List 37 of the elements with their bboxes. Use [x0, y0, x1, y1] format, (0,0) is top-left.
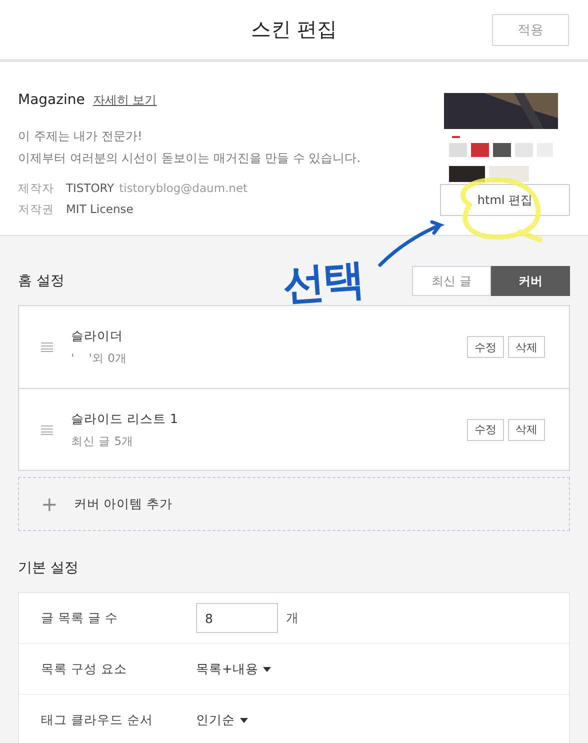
unit-label: 개	[286, 610, 299, 626]
edit-button[interactable]: 수정	[467, 336, 504, 358]
section-title: 기본 설정	[18, 559, 80, 577]
description-text: 이 주제는 내가 전문가!	[18, 128, 144, 145]
setting-label: 글 목록 글 수	[41, 610, 119, 626]
select-dropdown[interactable]: 인기순	[196, 712, 248, 728]
delete-button[interactable]: 삭제	[508, 418, 545, 440]
html-edit-button[interactable]: html 편집	[440, 184, 570, 216]
select-dropdown[interactable]: 목록+내용	[196, 660, 272, 678]
meta-label: 저작권	[18, 202, 55, 217]
details-link[interactable]: 자세히 보기	[92, 92, 157, 109]
drag-handle-icon[interactable]	[41, 424, 53, 434]
meta-label: 제작자	[18, 181, 55, 196]
setting-label: 태그 클라우드 순서	[41, 712, 154, 728]
edit-button[interactable]: 수정	[467, 418, 504, 440]
author-email: tistoryblog@daum.net	[119, 181, 248, 195]
number-field[interactable]: 8	[196, 603, 278, 633]
item-subtitle: 최신 글 5개	[71, 434, 135, 448]
caret-icon	[263, 666, 272, 672]
annotation-arrow	[378, 220, 442, 267]
item-title: 슬라이드 리스트 1	[71, 410, 179, 428]
description-text: 이제부터 여러분의 시선이 돋보이는 매거진을 만들 수 있습니다.	[18, 150, 361, 167]
view-tab[interactable]: 커버	[491, 266, 570, 296]
skin-name: Magazine	[18, 92, 85, 108]
view-tab[interactable]: 최신 글	[412, 266, 491, 296]
add-item-label[interactable]: 커버 아이템 추가	[74, 496, 173, 512]
page-title: 스킨 편집	[250, 16, 338, 43]
delete-button[interactable]: 삭제	[508, 336, 545, 358]
meta-value: TISTORY	[66, 181, 114, 195]
setting-label: 목록 구성 요소	[41, 660, 128, 678]
annotation-text: 선택	[281, 253, 365, 311]
caret-icon	[240, 718, 248, 722]
meta-value: MIT License	[66, 202, 134, 216]
section-title: 홈 설정	[18, 272, 64, 290]
item-title: 슬라이더	[71, 328, 124, 345]
drag-handle-icon[interactable]	[41, 342, 53, 352]
item-subtitle: ' '외 0개	[71, 351, 128, 366]
